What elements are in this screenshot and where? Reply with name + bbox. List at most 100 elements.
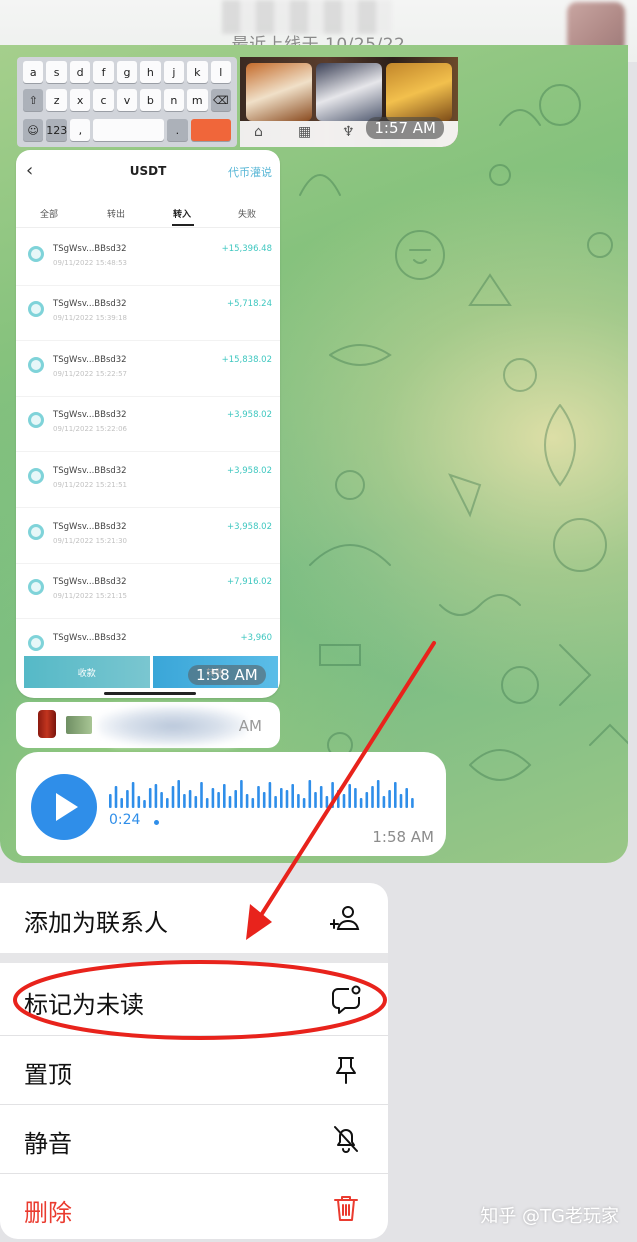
grid-icon: ▦ (298, 124, 312, 140)
mark-unread-icon (332, 985, 361, 1014)
waveform-bar (274, 796, 277, 808)
audio-waveform[interactable] (109, 778, 419, 808)
message-time: 1:58 AM (372, 828, 434, 846)
period-key: . (167, 119, 188, 141)
trash-icon (334, 1196, 358, 1221)
waveform-bar (359, 798, 363, 808)
waveform-bar (183, 794, 186, 808)
key: h (140, 61, 161, 83)
tron-icon (28, 412, 44, 428)
usdt-tabs: 全部 转出 转入 失败 (16, 202, 280, 228)
waveform-bar (314, 792, 317, 808)
backspace-key-icon: ⌫ (210, 89, 231, 111)
tx-amount: +7,916.02 (227, 577, 272, 587)
tab-failed: 失败 (238, 210, 257, 220)
waveform-bar (388, 790, 391, 808)
context-menu: 添加为联系人 标记为未读 置顶 静音 删除 (0, 883, 388, 1239)
transaction-row: TSgWsv...BBsd32 09/11/2022 15:22:06 +3,9… (16, 398, 280, 452)
waveform-bar (171, 786, 175, 808)
menu-item-label: 添加为联系人 (24, 909, 168, 937)
pin-icon (336, 1057, 356, 1084)
waveform-bar (126, 790, 129, 808)
waveform-bar (280, 788, 283, 808)
waveform-bar (302, 798, 306, 808)
menu-item-mute[interactable]: 静音 (0, 1106, 388, 1172)
tx-address: TSgWsv...BBsd32 (53, 355, 127, 365)
waveform-bar (308, 780, 312, 808)
key: a (23, 61, 44, 83)
key: d (69, 61, 91, 83)
game-screenshot[interactable]: ⌂ ▦ ♆ 1:57 AM (240, 57, 458, 147)
key: x (69, 89, 91, 111)
waveform-bar (137, 796, 141, 808)
key: l (210, 61, 231, 83)
tx-time: 09/11/2022 15:21:15 (53, 592, 128, 600)
usdt-header: ‹ USDT 代币灌说 (16, 150, 280, 196)
menu-item-delete[interactable]: 删除 (0, 1175, 388, 1239)
key: n (163, 89, 185, 111)
voice-duration: 0:24 (109, 812, 141, 828)
menu-item-pin[interactable]: 置顶 (0, 1037, 388, 1103)
waveform-bar (257, 786, 260, 808)
waveform-bar (200, 782, 203, 808)
message-time: 1:57 AM (366, 117, 444, 139)
transaction-row: TSgWsv...BBsd32 09/11/2022 15:48:53 +15,… (16, 232, 280, 286)
key: m (187, 89, 208, 111)
menu-item-label: 静音 (24, 1130, 72, 1158)
waveform-bar (131, 782, 135, 808)
tx-amount: +15,396.48 (221, 244, 272, 254)
shift-key-icon: ⇧ (23, 89, 44, 111)
blurred-contact-name (222, 0, 392, 34)
tx-address: TSgWsv...BBsd32 (53, 522, 127, 532)
tx-time: 09/11/2022 15:21:51 (53, 481, 128, 489)
waveform-bar (228, 796, 232, 808)
waveform-bar (371, 786, 374, 808)
key: s (46, 61, 67, 83)
transaction-row: TSgWsv...BBsd32 09/11/2022 15:21:15 +7,9… (16, 565, 280, 619)
tron-icon (28, 246, 44, 262)
tx-address: TSgWsv...BBsd32 (53, 466, 127, 476)
keyboard-screenshot[interactable]: a s d f g h j k l ⇧ z x c v b n m ⌫ ☺ 12… (17, 57, 237, 147)
tx-amount: +3,958.02 (227, 522, 272, 532)
transaction-row: TSgWsv...BBsd32 09/11/2022 15:21:30 +3,9… (16, 510, 280, 564)
key: v (116, 89, 138, 111)
unplayed-dot (154, 820, 159, 825)
tx-address: TSgWsv...BBsd32 (53, 633, 127, 643)
active-tab-indicator (172, 224, 194, 226)
voice-message-bubble[interactable]: 0:24 1:58 AM (16, 752, 446, 856)
transaction-row: TSgWsv...BBsd32 09/11/2022 15:22:57 +15,… (16, 343, 280, 397)
tron-icon (28, 301, 44, 317)
waveform-bar (251, 798, 255, 808)
waveform-bar (399, 794, 403, 808)
menu-divider (0, 1104, 388, 1105)
comma-key: , (70, 119, 91, 141)
transaction-row: TSgWsv...BBsd32 09/11/2022 15:21:51 +3,9… (16, 454, 280, 508)
waveform-bar (394, 782, 397, 808)
play-icon[interactable] (31, 774, 97, 840)
key: c (93, 89, 114, 111)
waveform-bar (342, 794, 346, 808)
key: b (140, 89, 161, 111)
explorer-link: 代币灌说 (228, 166, 272, 179)
watermark: 知乎 @TG老玩家 (480, 1206, 619, 1227)
menu-item-mark-unread[interactable]: 标记为未读 (0, 967, 388, 1033)
mute-bell-icon (334, 1126, 358, 1153)
key: j (163, 61, 185, 83)
emoji-key-icon: ☺ (23, 119, 44, 141)
usdt-screenshot-bubble[interactable]: ‹ USDT 代币灌说 全部 转出 转入 失败 TSgWsv...BBsd32 … (16, 150, 280, 698)
waveform-bar (405, 788, 408, 808)
tx-time: 09/11/2022 15:39:18 (53, 314, 128, 322)
waveform-bar (205, 798, 209, 808)
key: f (93, 61, 114, 83)
home-icon: ⌂ (254, 124, 263, 140)
oil-barrel-icon (38, 710, 56, 738)
blurred-text (98, 706, 248, 746)
chat-preview[interactable]: a s d f g h j k l ⇧ z x c v b n m ⌫ ☺ 12… (0, 45, 628, 863)
key: z (46, 89, 67, 111)
menu-item-add-contact[interactable]: 添加为联系人 (0, 885, 388, 951)
waveform-bar (160, 792, 163, 808)
tx-time: 09/11/2022 15:22:57 (53, 370, 128, 378)
sticker-message-bubble[interactable]: AM (16, 702, 280, 748)
tx-address: TSgWsv...BBsd32 (53, 410, 127, 420)
tx-time: 09/11/2022 15:48:53 (53, 259, 128, 267)
